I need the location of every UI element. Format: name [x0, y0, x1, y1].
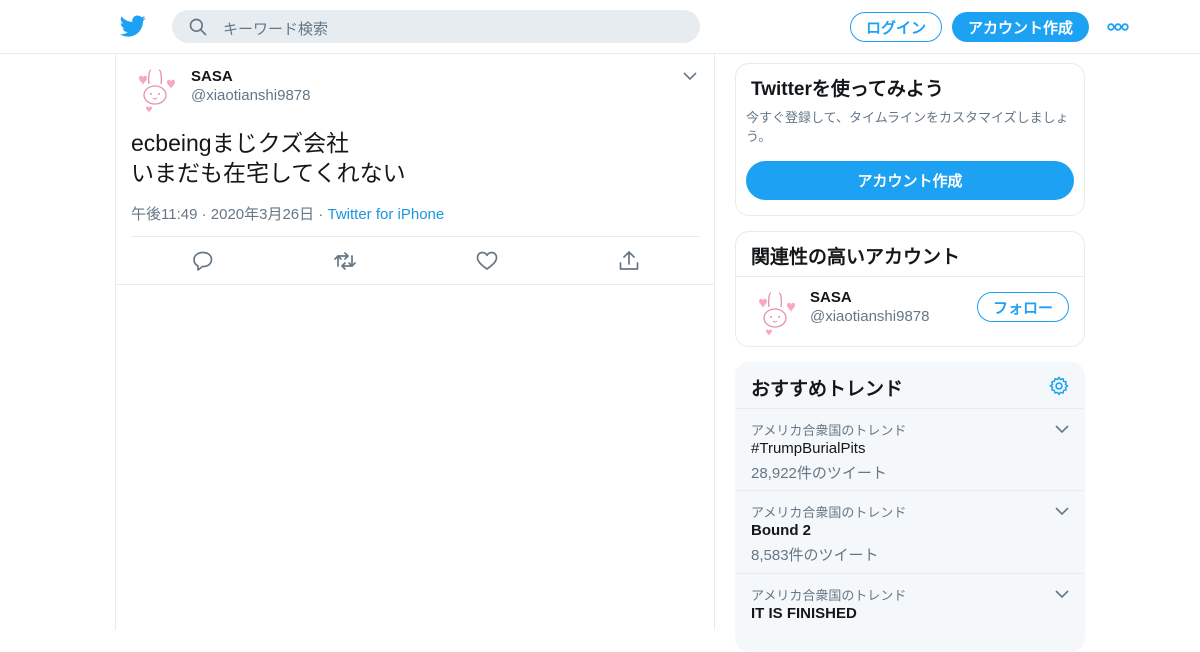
search-icon [189, 18, 207, 36]
tweet-text-line: いまだも在宅してくれない [131, 160, 406, 186]
gear-icon[interactable] [1048, 375, 1070, 397]
signup-card-description: 今すぐ登録して、タイムラインをカスタマイズしましょう。 [746, 110, 1069, 144]
trend-item[interactable]: アメリカ合衆国のトレンド #TrumpBurialPits 28,922件のツイ… [736, 408, 1084, 491]
login-button[interactable]: ログイン [850, 12, 942, 42]
trend-context: アメリカ合衆国のトレンド [751, 505, 907, 520]
retweet-icon[interactable] [333, 249, 357, 273]
related-account-name[interactable]: SASA [810, 289, 852, 306]
trend-item[interactable]: アメリカ合衆国のトレンド Bound 2 8,583件のツイート [736, 490, 1084, 573]
related-accounts-card: 関連性の高いアカウント SASA @xiaotianshi9878 フォロー [735, 231, 1085, 347]
twitter-bird-icon[interactable] [120, 13, 146, 39]
chevron-down-icon[interactable] [1054, 421, 1070, 437]
related-account-handle[interactable]: @xiaotianshi9878 [810, 308, 929, 325]
tweet-timestamp[interactable]: 午後11:49 · 2020年3月26日 [131, 206, 314, 223]
like-icon[interactable] [475, 249, 499, 273]
create-account-button[interactable]: アカウント作成 [746, 161, 1074, 200]
tweet-text: ecbeingまじクズ会社 いまだも在宅してくれない [131, 128, 406, 188]
trend-tweet-count: 28,922件のツイート [751, 465, 887, 482]
more-dots-icon[interactable] [1106, 18, 1130, 36]
tweet-author-handle[interactable]: @xiaotianshi9878 [191, 87, 310, 104]
search-bar[interactable]: キーワード検索 [172, 10, 700, 43]
signup-button[interactable]: アカウント作成 [952, 12, 1089, 42]
trend-context: アメリカ合衆国のトレンド [751, 588, 907, 603]
share-icon[interactable] [617, 249, 641, 273]
chevron-down-icon[interactable] [1054, 503, 1070, 519]
bunny-avatar-icon [131, 64, 181, 114]
avatar[interactable] [131, 64, 181, 114]
signup-card: Twitterを使ってみよう 今すぐ登録して、タイムラインをカスタマイズしましょ… [735, 63, 1085, 216]
chevron-down-icon[interactable] [1054, 586, 1070, 602]
trends-title: おすすめトレンド [751, 379, 904, 400]
meta-separator: · [314, 206, 328, 223]
avatar[interactable] [751, 287, 801, 337]
trend-tweet-count: 8,583件のツイート [751, 547, 879, 564]
tweet-text-line: ecbeingまじクズ会社 [131, 130, 350, 156]
trend-name[interactable]: #TrumpBurialPits [751, 440, 865, 457]
tweet-author-name[interactable]: SASA [191, 68, 233, 85]
search-input[interactable]: キーワード検索 [223, 18, 328, 39]
tweet-detail: SASA @xiaotianshi9878 ecbeingまじクズ会社 いまだも… [115, 54, 715, 630]
related-accounts-title: 関連性の高いアカウント [751, 247, 961, 268]
bunny-avatar-icon [751, 287, 801, 337]
signup-card-title: Twitterを使ってみよう [751, 79, 944, 100]
tweet-metadata: 午後11:49 · 2020年3月26日 · Twitter for iPhon… [131, 203, 444, 224]
tweet-action-bar [116, 237, 714, 285]
follow-button[interactable]: フォロー [977, 292, 1069, 322]
trend-context: アメリカ合衆国のトレンド [751, 423, 907, 438]
trend-name[interactable]: IT IS FINISHED [751, 605, 857, 622]
divider [736, 276, 1084, 277]
tweet-source-link[interactable]: Twitter for iPhone [328, 206, 445, 223]
top-navigation-bar: キーワード検索 ログイン アカウント作成 [0, 0, 1200, 54]
trend-name[interactable]: Bound 2 [751, 522, 811, 539]
trends-card: おすすめトレンド アメリカ合衆国のトレンド #TrumpBurialPits 2… [735, 362, 1085, 652]
chevron-down-icon[interactable] [682, 68, 698, 84]
trend-item[interactable]: アメリカ合衆国のトレンド IT IS FINISHED [736, 573, 1084, 651]
reply-icon[interactable] [191, 249, 215, 273]
